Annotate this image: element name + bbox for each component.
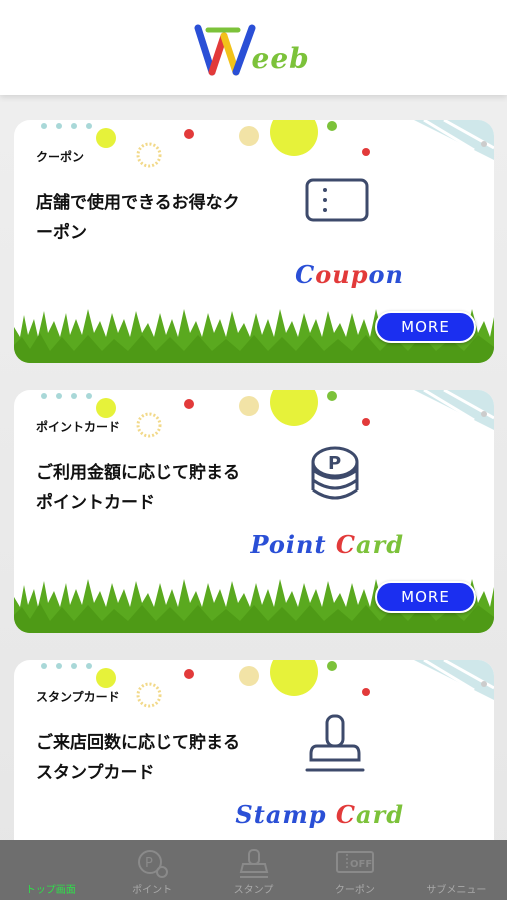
card-title-coupon: Coupon (295, 260, 404, 289)
tab-label: スタンプ (233, 885, 274, 896)
more-button[interactable]: MORE (375, 311, 476, 343)
tab-label: クーポン (334, 885, 375, 896)
card-tag: スタンプカード (36, 690, 120, 704)
card-title-point-card: Point Card (250, 530, 404, 559)
card-description: ご来店回数に応じて貯まるスタンプカード (36, 733, 240, 783)
point-card[interactable]: ポイントカード ご利用金額に応じて貯まるポイントカード P Point Card… (14, 390, 494, 633)
ticket-icon (305, 178, 369, 222)
tab-label: ポイント (132, 885, 173, 896)
tab-top[interactable]: トップ画面 (0, 840, 101, 900)
weeb-logo[interactable]: eeb (194, 22, 314, 82)
tab-label: サブメニュー (426, 885, 487, 896)
coupon-off-text: OFF (350, 859, 372, 870)
coupon-off-icon: OFF (335, 851, 374, 873)
tab-submenu[interactable]: サブメニュー (406, 840, 507, 900)
tab-coupon[interactable]: OFF クーポン (304, 840, 405, 900)
card-tag: クーポン (36, 150, 85, 164)
tab-label: トップ画面 (25, 885, 76, 896)
card-description: 店舗で使用できるお得なクーポン (36, 193, 240, 243)
svg-text:P: P (328, 453, 341, 474)
feature-cards: クーポン 店舗で使用できるお得なクーポン Coupon MORE ポイントカード… (14, 120, 494, 900)
coin-stack-icon: P (311, 446, 359, 500)
card-title-stamp-card: Stamp Card (235, 800, 404, 829)
stamp-icon (305, 714, 365, 772)
points-icon: P (138, 850, 169, 878)
coupon-card[interactable]: クーポン 店舗で使用できるお得なクーポン Coupon MORE (14, 120, 494, 363)
logo-text: eeb (251, 41, 310, 75)
card-tag: ポイントカード (36, 420, 121, 434)
svg-text:P: P (145, 856, 153, 871)
tab-stamp[interactable]: スタンプ (203, 840, 304, 900)
card-description: ご利用金額に応じて貯まるポイントカード (36, 463, 240, 513)
bottom-tab-bar: トップ画面 P ポイント スタンプ OFF クーポン サブメニュー (0, 840, 507, 900)
stamp-icon (239, 849, 268, 878)
tab-points[interactable]: P ポイント (101, 840, 202, 900)
more-button[interactable]: MORE (375, 581, 476, 613)
app-header: eeb (0, 0, 507, 95)
